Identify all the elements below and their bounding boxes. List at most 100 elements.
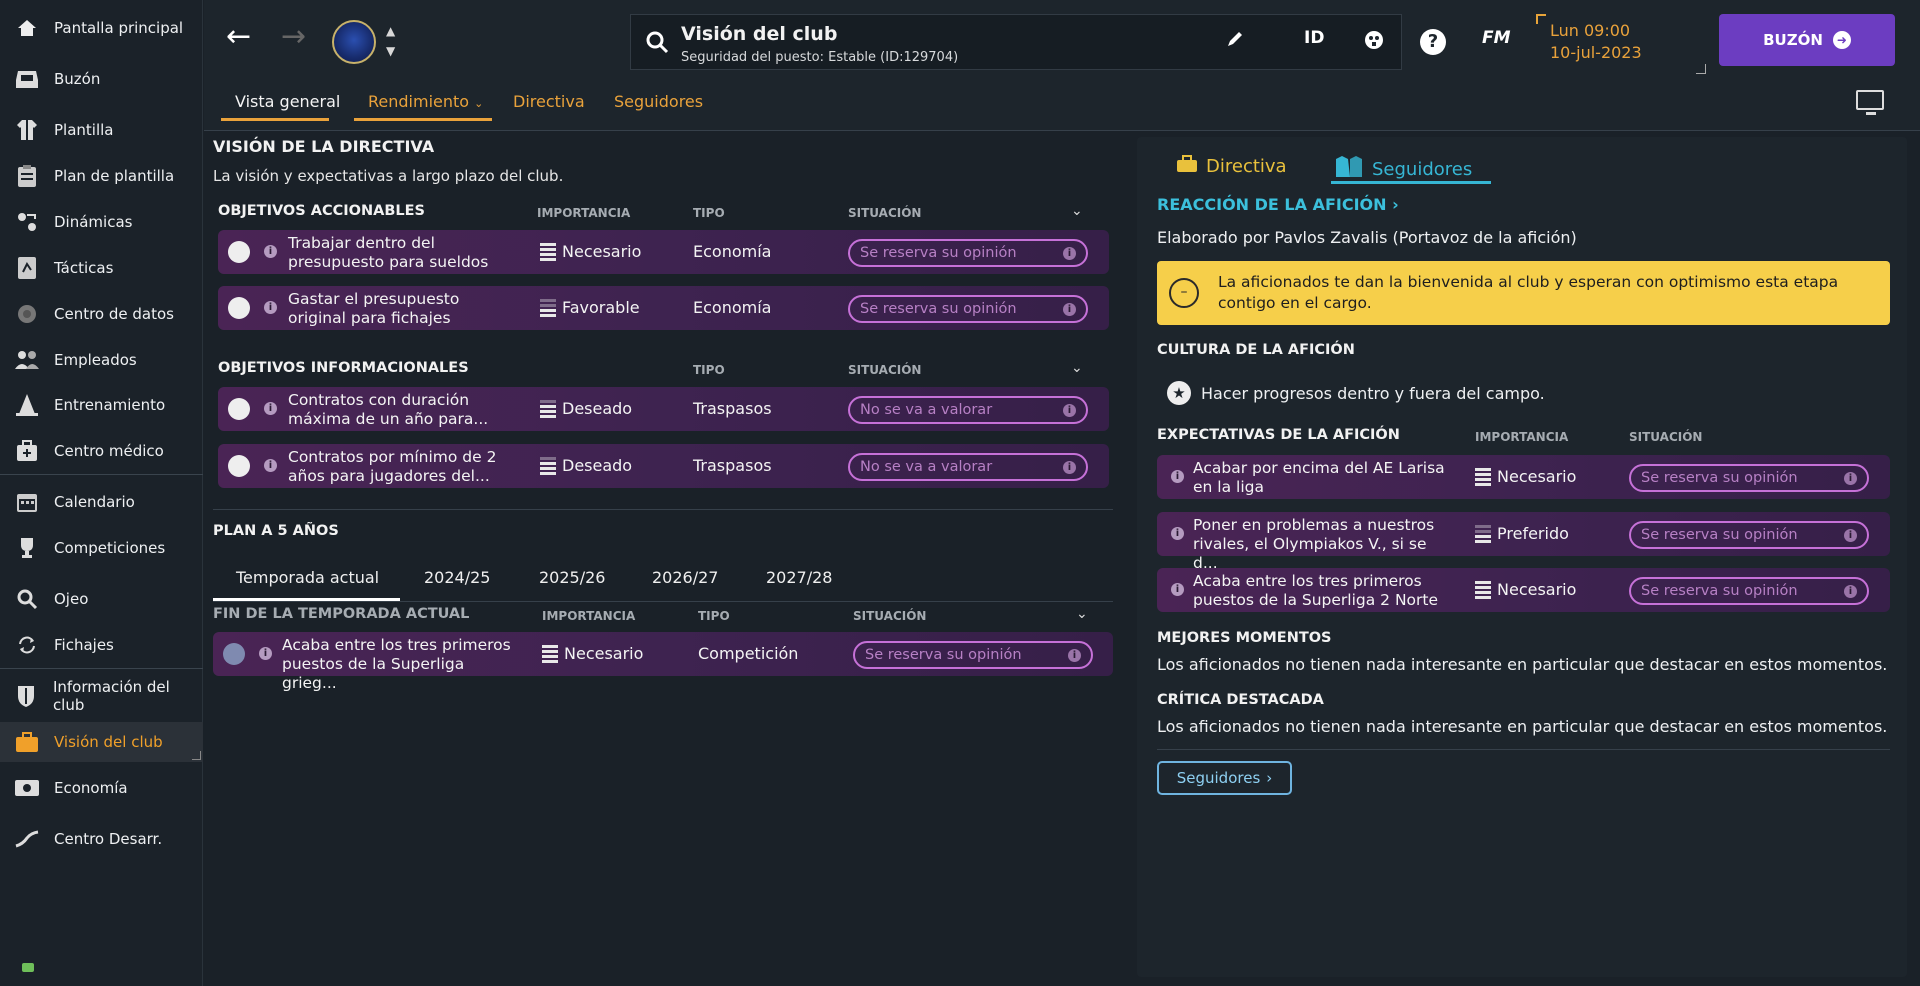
info-icon[interactable]: i — [259, 647, 272, 660]
back-arrow-icon[interactable]: ← — [226, 22, 251, 52]
sidebar-item-informacion-del-club[interactable]: Información del club — [0, 676, 203, 716]
info-icon[interactable]: i — [264, 402, 277, 415]
info-icon[interactable]: i — [264, 301, 277, 314]
section-heading-expectativas: EXPECTATIVAS DE LA AFICIÓN — [1157, 427, 1400, 443]
ball-face-icon[interactable] — [1363, 29, 1385, 55]
transfer-arrows-icon — [0, 634, 54, 656]
year-tab-2027-28[interactable]: 2027/28 — [766, 568, 832, 587]
column-header-situacion: SITUACIÓN — [848, 363, 922, 377]
situation-pill[interactable]: Se reserva su opinión i — [1629, 577, 1869, 605]
sidebar-item-tacticas[interactable]: Tácticas — [0, 248, 203, 288]
situation-pill[interactable]: No se va a valorar i — [848, 453, 1088, 481]
table-row[interactable]: i Contratos con duración máxima de un añ… — [218, 387, 1109, 431]
tab-vista-general[interactable]: Vista general — [235, 92, 340, 111]
situation-pill[interactable]: No se va a valorar i — [848, 396, 1088, 424]
importance-bars-icon — [540, 298, 556, 317]
fm-menu-button[interactable]: FM — [1482, 28, 1511, 48]
info-icon: i — [1063, 404, 1076, 417]
sidebar-item-plantilla[interactable]: Plantilla — [0, 110, 203, 150]
seguidores-button[interactable]: Seguidores › — [1157, 761, 1292, 795]
situation-pill[interactable]: Se reserva su opinión i — [853, 641, 1093, 669]
buzon-continue-button[interactable]: BUZÓN ➜ — [1719, 14, 1895, 66]
tab-rendimiento[interactable]: Rendimiento ⌄ — [368, 92, 483, 111]
table-row[interactable]: i Acaba entre los tres primeros puestos … — [1157, 568, 1890, 612]
home-icon — [0, 17, 54, 39]
page-search-box[interactable]: Visión del club Seguridad del puesto: Es… — [630, 14, 1402, 70]
info-icon[interactable]: i — [264, 459, 277, 472]
sidebar-item-competiciones[interactable]: Competiciones — [0, 528, 203, 568]
importance-label: Necesario — [562, 242, 642, 261]
page-tabs: Vista general Rendimiento ⌄ Directiva Se… — [204, 76, 1920, 131]
info-icon[interactable]: i — [1171, 470, 1184, 483]
sidebar-item-ojeo[interactable]: Ojeo — [0, 579, 203, 619]
date-continue-box[interactable]: Lun 09:00 10-jul-2023 — [1536, 14, 1706, 74]
forward-arrow-icon[interactable]: → — [281, 22, 306, 52]
column-header-tipo: TIPO — [693, 363, 725, 377]
id-button[interactable]: ID — [1304, 28, 1324, 48]
table-row[interactable]: i Acabar por encima del AE Larisa en la … — [1157, 455, 1890, 499]
neutral-mood-icon: – — [1169, 278, 1199, 308]
year-tab-2025-26[interactable]: 2025/26 — [539, 568, 605, 587]
sidebar-item-empleados[interactable]: Empleados — [0, 340, 203, 380]
cultura-item: Hacer progresos dentro y fuera del campo… — [1201, 384, 1545, 403]
sidebar-item-fichajes[interactable]: Fichajes — [0, 625, 203, 665]
sidebar-item-centro-medico[interactable]: Centro médico — [0, 431, 203, 471]
club-crest-icon[interactable] — [332, 20, 376, 64]
sidebar-item-buzon[interactable]: Buzón — [0, 59, 203, 99]
edit-pencil-icon[interactable] — [1226, 30, 1244, 52]
tab-directiva[interactable]: Directiva — [513, 92, 585, 111]
sidebar-item-plan-de-plantilla[interactable]: Plan de plantilla — [0, 156, 203, 196]
panel-tab-seguidores[interactable]: Seguidores — [1334, 155, 1472, 184]
reaccion-aficion-link[interactable]: REACCIÓN DE LA AFICIÓN › — [1157, 195, 1399, 214]
expectation-text: Poner en problemas a nuestros rivales, e… — [1193, 516, 1435, 572]
sidebar-item-label: Buzón — [54, 70, 101, 88]
sidebar-item-label: Entrenamiento — [54, 396, 166, 414]
competition-icon — [223, 643, 245, 665]
situation-pill[interactable]: Se reserva su opinión i — [848, 295, 1088, 323]
importance-value: Necesario — [542, 644, 643, 663]
importance-value: Necesario — [1475, 467, 1576, 486]
sidebar-item-centro-desarr[interactable]: Centro Desarr. — [0, 819, 203, 859]
group-heading-informacionales: OBJETIVOS INFORMACIONALES — [218, 360, 469, 376]
table-row[interactable]: i Acaba entre los tres primeros puestos … — [213, 632, 1113, 692]
table-row[interactable]: i Contratos por mínimo de 2 años para ju… — [218, 444, 1109, 488]
table-row[interactable]: i Trabajar dentro del presupuesto para s… — [218, 230, 1109, 274]
collapse-chevron-icon[interactable]: ⌄ — [1071, 203, 1083, 219]
tab-seguidores[interactable]: Seguidores — [614, 92, 703, 111]
situation-pill[interactable]: Se reserva su opinión i — [1629, 464, 1869, 492]
sidebar-item-vision-del-club[interactable]: Visión del club — [0, 722, 203, 762]
collapse-chevron-icon[interactable]: ⌄ — [1076, 606, 1088, 622]
table-row[interactable]: i Poner en problemas a nuestros rivales,… — [1157, 512, 1890, 572]
info-icon[interactable]: i — [1171, 583, 1184, 596]
expectation-text: Acabar por encima del AE Larisa en la li… — [1193, 459, 1445, 496]
help-icon[interactable]: ? — [1420, 29, 1446, 55]
chevron-up-icon[interactable]: ▲ — [386, 24, 395, 38]
star-icon: ★ — [1167, 381, 1191, 405]
info-icon[interactable]: i — [264, 245, 277, 258]
importance-bars-icon — [1475, 524, 1491, 543]
panel-tab-directiva[interactable]: Directiva — [1176, 155, 1287, 178]
year-tab-2024-25[interactable]: 2024/25 — [424, 568, 490, 587]
sidebar-item-entrenamiento[interactable]: Entrenamiento — [0, 385, 203, 425]
sidebar-item-economia[interactable]: Economía — [0, 768, 203, 808]
sidebar-item-centro-de-datos[interactable]: Centro de datos — [0, 294, 203, 334]
sidebar-item-calendario[interactable]: Calendario — [0, 482, 203, 522]
importance-bars-icon — [542, 644, 558, 663]
collapse-chevron-icon[interactable]: ⌄ — [1071, 360, 1083, 376]
fan-reaction-banner: – La aficionados te dan la bienvenida al… — [1157, 261, 1890, 325]
year-tab-2026-27[interactable]: 2026/27 — [652, 568, 718, 587]
sidebar-item-dinamicas[interactable]: Dinámicas — [0, 202, 203, 242]
year-tab-temporada-actual[interactable]: Temporada actual — [236, 568, 379, 587]
situation-pill[interactable]: Se reserva su opinión i — [848, 239, 1088, 267]
staff-icon — [0, 349, 54, 371]
type-value: Traspasos — [693, 399, 772, 418]
situation-label: Se reserva su opinión — [1641, 583, 1798, 599]
type-value: Economía — [693, 298, 772, 317]
situation-pill[interactable]: Se reserva su opinión i — [1629, 521, 1869, 549]
table-row[interactable]: i Gastar el presupuesto original para fi… — [218, 286, 1109, 330]
monitor-icon[interactable] — [1856, 90, 1884, 115]
sidebar-item-pantalla-principal[interactable]: Pantalla principal — [0, 8, 203, 48]
chevron-down-icon[interactable]: ▼ — [386, 44, 395, 58]
info-icon[interactable]: i — [1171, 527, 1184, 540]
importance-value: Necesario — [540, 242, 641, 261]
